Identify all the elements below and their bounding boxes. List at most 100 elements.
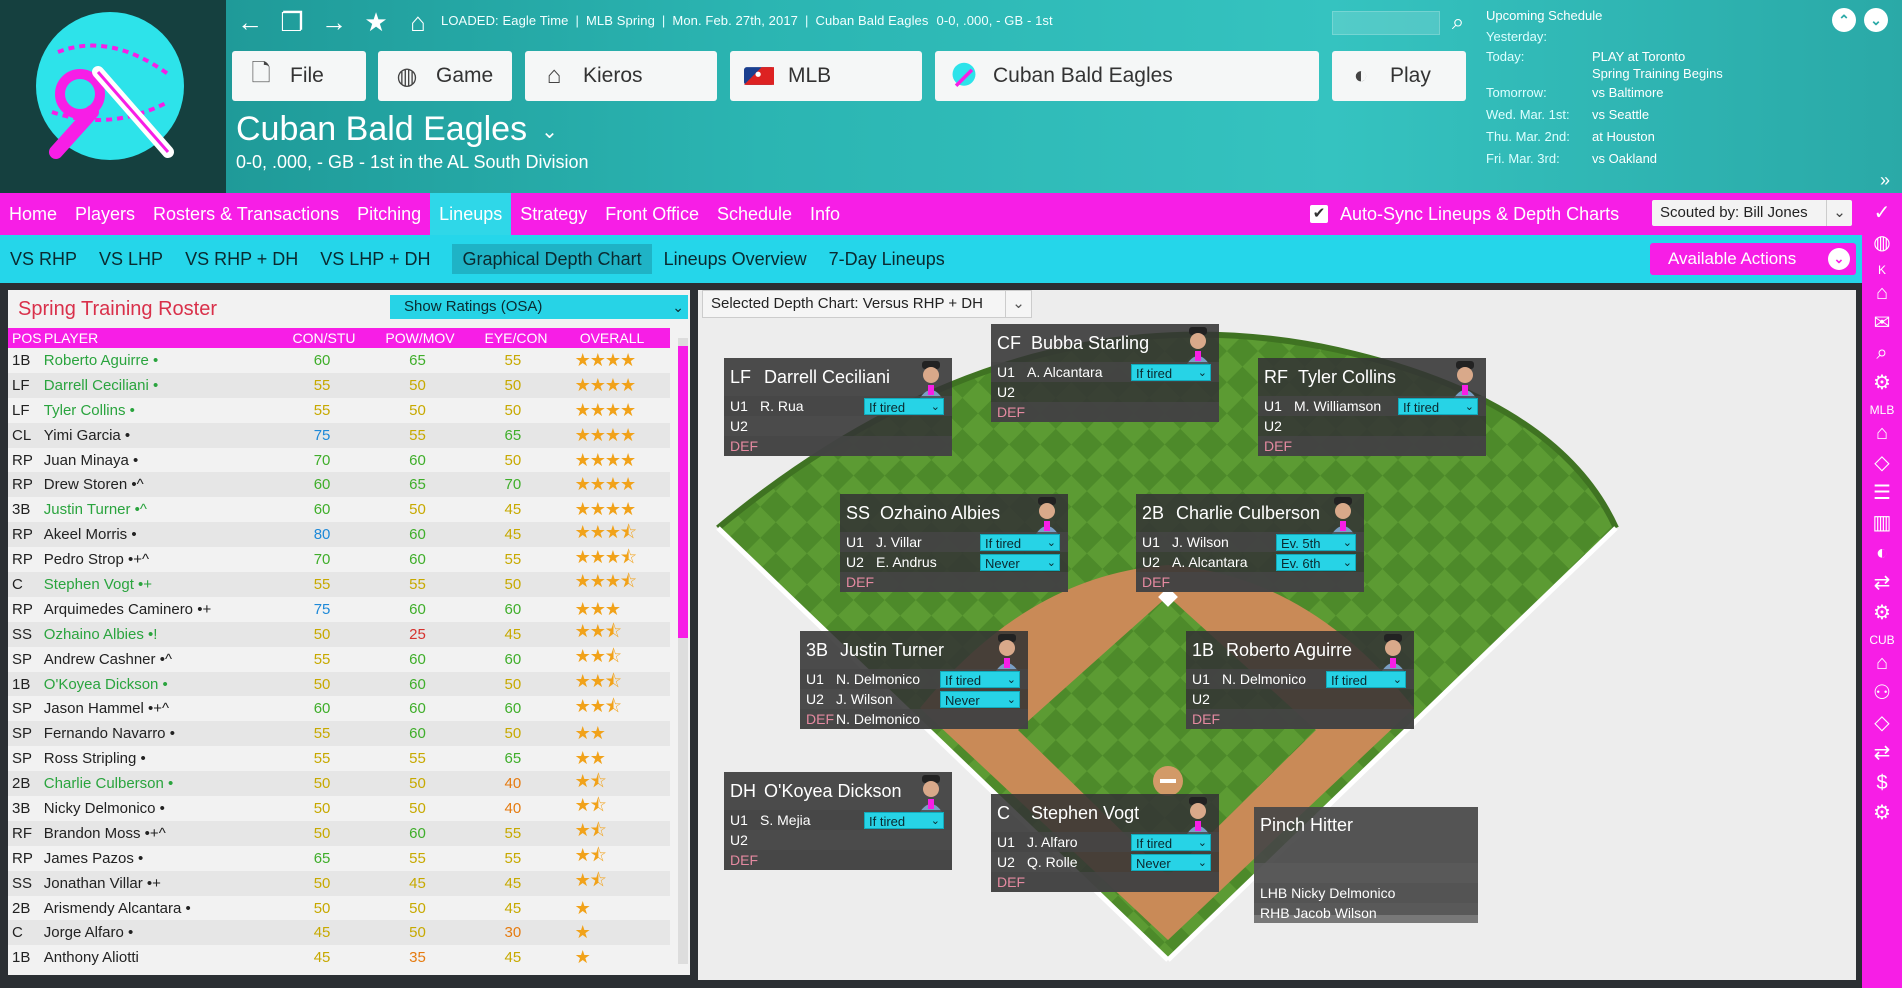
home-icon[interactable]: ⌂: [404, 8, 432, 36]
cell-player[interactable]: Roberto Aguirre •: [44, 352, 275, 369]
table-row[interactable]: C Jorge Alfaro • 45 50 30 ★: [8, 920, 670, 946]
sub-rule-select[interactable]: If tired ⌄: [940, 671, 1020, 688]
u1-row[interactable]: U1 J. Wilson Ev. 5th ⌄: [1136, 532, 1364, 552]
sub-rule-select[interactable]: If tired ⌄: [1131, 364, 1211, 381]
back-arrow-icon[interactable]: ←: [236, 8, 264, 36]
def-row[interactable]: DEF: [991, 872, 1219, 892]
star-icon[interactable]: ★: [362, 8, 390, 36]
team-button[interactable]: Cuban Bald Eagles: [935, 51, 1319, 101]
starter-name[interactable]: Ozhaino Albies: [880, 503, 1000, 524]
u1-row[interactable]: U1 R. Rua If tired ⌄: [724, 396, 952, 416]
col-pow-mov[interactable]: POW/MOV: [372, 330, 468, 346]
position-header[interactable]: LF Darrell Ceciliani: [724, 358, 952, 401]
starter-name[interactable]: Tyler Collins: [1298, 367, 1396, 388]
home-icon[interactable]: ⌂: [1868, 419, 1896, 447]
def-row[interactable]: DEF: [1186, 709, 1414, 729]
col-eye-con[interactable]: EYE/CON: [468, 330, 564, 346]
starter-name[interactable]: Darrell Ceciliani: [764, 367, 890, 388]
table-row[interactable]: RP Arquimedes Caminero •+ 75 60 60 ★★★: [8, 597, 670, 622]
u2-row[interactable]: U2: [1186, 689, 1414, 709]
table-row[interactable]: RP James Pazos • 65 55 55 ★⯪: [8, 845, 670, 871]
cell-player[interactable]: Pedro Strop •+^: [44, 551, 275, 568]
people-icon[interactable]: ⚇: [1868, 679, 1896, 707]
sub-rule-select[interactable]: Ev. 5th ⌄: [1276, 534, 1356, 551]
diamond-icon[interactable]: ◇: [1868, 709, 1896, 737]
tab-lineups-overview[interactable]: Lineups Overview: [654, 244, 817, 274]
u2-row[interactable]: U2 A. Alcantara Ev. 6th ⌄: [1136, 552, 1364, 572]
sub-rule-select[interactable]: If tired ⌄: [980, 534, 1060, 551]
position-header[interactable]: 2B Charlie Culberson: [1136, 494, 1364, 537]
def-row[interactable]: DEF: [724, 850, 952, 870]
roster-scrollbar[interactable]: [678, 338, 688, 964]
pinch-lhb[interactable]: LHB Nicky Delmonico: [1254, 883, 1478, 903]
tab-info[interactable]: Info: [801, 193, 849, 235]
table-row[interactable]: SP Jason Hammel •+^ 60 60 60 ★★⯪: [8, 696, 670, 721]
u2-row[interactable]: U2 Q. Rolle Never ⌄: [991, 852, 1219, 872]
available-actions-button[interactable]: Available Actions ⌄: [1650, 243, 1856, 275]
cell-player[interactable]: O'Koyea Dickson •: [44, 676, 275, 693]
search-icon[interactable]: ⌕: [1444, 9, 1472, 37]
starter-name[interactable]: O'Koyea Dickson: [764, 781, 902, 802]
scrollbar-thumb[interactable]: [678, 346, 688, 638]
u1-row[interactable]: U1 N. Delmonico If tired ⌄: [1186, 669, 1414, 689]
checkbox-checked-icon[interactable]: ✔: [1310, 205, 1328, 223]
list-icon[interactable]: ☰: [1868, 479, 1896, 507]
gear-icon[interactable]: ⚙: [1868, 369, 1896, 397]
cell-player[interactable]: Fernando Navarro •: [44, 725, 275, 742]
cell-player[interactable]: Jason Hammel •+^: [44, 700, 275, 717]
schedule-event[interactable]: at Houston: [1592, 126, 1655, 148]
position-header[interactable]: DH O'Koyea Dickson: [724, 772, 952, 815]
position-header[interactable]: C Stephen Vogt: [991, 794, 1219, 837]
starter-name[interactable]: Bubba Starling: [1031, 333, 1149, 354]
tab-strategy[interactable]: Strategy: [511, 193, 596, 235]
tab-7-day-lineups[interactable]: 7-Day Lineups: [819, 244, 955, 274]
table-row[interactable]: 2B Charlie Culberson • 50 50 40 ★⯪: [8, 771, 670, 797]
table-row[interactable]: 1B Anthony Aliotti 45 35 45 ★: [8, 945, 670, 970]
sub-rule-select[interactable]: Never ⌄: [1131, 854, 1211, 871]
table-row[interactable]: RP Pedro Strop •+^ 70 60 55 ★★★⯪: [8, 547, 670, 572]
table-row[interactable]: RP Drew Storen •^ 60 65 70 ★★★★: [8, 472, 670, 498]
check-circle-icon[interactable]: ✓: [1868, 199, 1896, 227]
u2-row[interactable]: U2 E. Andrus Never ⌄: [840, 552, 1068, 572]
transfer-icon[interactable]: ⇄: [1868, 569, 1896, 597]
baseball-icon[interactable]: ◐: [1868, 539, 1896, 567]
tab-home[interactable]: Home: [0, 193, 66, 235]
sub-rule-select[interactable]: If tired ⌄: [1326, 671, 1406, 688]
u1-row[interactable]: U1 A. Alcantara If tired ⌄: [991, 362, 1219, 382]
dollar-icon[interactable]: $: [1868, 769, 1896, 797]
defensive-sub-name[interactable]: N. Delmonico: [836, 711, 986, 727]
tab-vs-rhp[interactable]: VS RHP: [0, 244, 87, 274]
cell-player[interactable]: Juan Minaya •: [44, 452, 275, 469]
table-row[interactable]: 2B Arismendy Alcantara • 50 50 45 ★: [8, 896, 670, 921]
starter-name[interactable]: Charlie Culberson: [1176, 503, 1320, 524]
cell-player[interactable]: Tyler Collins •: [44, 402, 275, 419]
position-header[interactable]: 3B Justin Turner: [800, 631, 1028, 674]
chevron-down-icon[interactable]: ⌄: [1864, 8, 1888, 32]
cell-player[interactable]: Andrew Cashner •^: [44, 651, 275, 668]
play-button[interactable]: ◐ Play: [1332, 51, 1466, 101]
tab-pitching[interactable]: Pitching: [348, 193, 430, 235]
def-row[interactable]: DEF: [1258, 436, 1486, 456]
cell-player[interactable]: Justin Turner •^: [44, 501, 275, 518]
sub-rule-select[interactable]: Never ⌄: [980, 554, 1060, 571]
cell-player[interactable]: Stephen Vogt •+: [44, 576, 275, 593]
table-row[interactable]: 1B O'Koyea Dickson • 50 60 50 ★★⯪: [8, 671, 670, 697]
col-pos[interactable]: POS: [8, 330, 44, 346]
cell-player[interactable]: Ozhaino Albies •!: [44, 626, 275, 643]
globe-icon[interactable]: ◍: [1868, 229, 1896, 257]
table-row[interactable]: C Stephen Vogt •+ 55 55 50 ★★★⯪: [8, 571, 670, 597]
cell-player[interactable]: Akeel Morris •: [44, 526, 275, 543]
sub-rule-select[interactable]: Never ⌄: [940, 691, 1020, 708]
schedule-event[interactable]: vs Seattle: [1592, 104, 1649, 126]
sub-rule-select[interactable]: If tired ⌄: [1131, 834, 1211, 851]
u1-row[interactable]: U1 J. Villar If tired ⌄: [840, 532, 1068, 552]
table-row[interactable]: CL Yimi Garcia • 75 55 65 ★★★★: [8, 422, 670, 448]
col-overall[interactable]: OVERALL: [564, 330, 660, 346]
tab-schedule[interactable]: Schedule: [708, 193, 801, 235]
col-player[interactable]: PLAYER: [44, 330, 276, 346]
file-button[interactable]: 🗋 File: [232, 51, 366, 101]
gear-icon[interactable]: ⚙: [1868, 799, 1896, 827]
diamond-icon[interactable]: ◇: [1868, 449, 1896, 477]
table-row[interactable]: SS Ozhaino Albies •! 50 25 45 ★★⯪: [8, 621, 670, 647]
forward-arrow-icon[interactable]: →: [320, 8, 348, 36]
